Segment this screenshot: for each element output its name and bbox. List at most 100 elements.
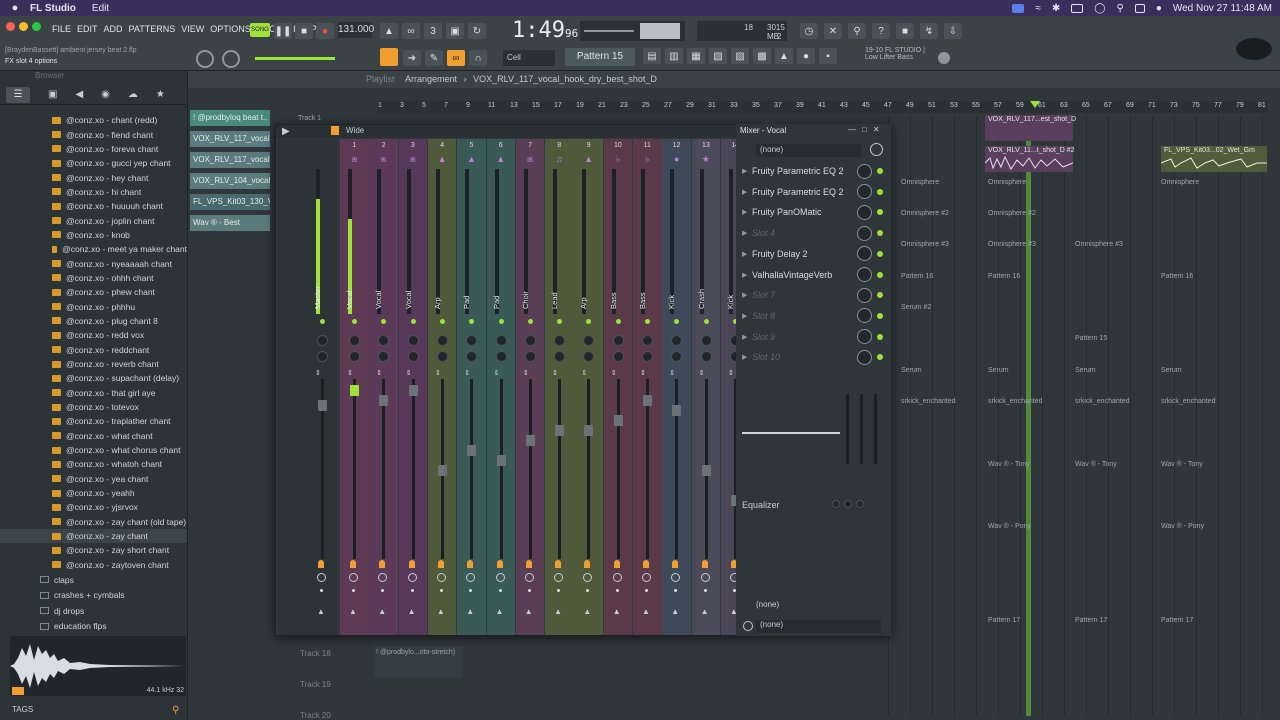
fx-input-select[interactable]: (none) xyxy=(756,144,861,157)
route-icon[interactable]: ⇕ xyxy=(406,369,412,377)
siri-icon[interactable]: ● xyxy=(1156,3,1162,14)
pan-knob[interactable] xyxy=(407,335,419,346)
record-arm-icon[interactable] xyxy=(612,573,622,582)
star-icon[interactable]: ★ xyxy=(156,89,165,100)
browser-item[interactable]: @conz.xo - that girl aye xyxy=(0,386,187,400)
play-sample-icon[interactable] xyxy=(12,687,24,695)
metronome-icon[interactable]: ▲ xyxy=(380,23,398,39)
browser-item[interactable]: @conz.xo - huuuuh chant xyxy=(0,199,187,213)
channel-enable-led[interactable] xyxy=(469,319,475,324)
send-dot[interactable] xyxy=(615,589,619,592)
pan-knob[interactable] xyxy=(612,335,624,346)
volume-fader[interactable] xyxy=(353,379,356,559)
playlist-grid[interactable] xyxy=(888,116,1268,716)
pan-knob[interactable] xyxy=(495,335,507,346)
clip-omnisphere-3[interactable]: Omnisphere xyxy=(1161,179,1199,186)
mixer-icon[interactable]: ▧ xyxy=(709,48,727,64)
fx-slot[interactable]: ▶ Fruity Parametric EQ 2 xyxy=(742,162,887,180)
browser-item[interactable]: @conz.xo - zaytoven chant xyxy=(0,558,187,572)
clip-pattern15[interactable]: Pattern 15 xyxy=(1075,335,1107,342)
volume-fader[interactable] xyxy=(646,379,649,559)
browser-menu-icon[interactable]: ☰ xyxy=(6,86,30,103)
main-pitch-knob[interactable] xyxy=(222,50,240,68)
route-arm-icon[interactable] xyxy=(408,560,415,568)
route-arm-icon[interactable] xyxy=(525,560,532,568)
send-arrow-icon[interactable]: ▲ xyxy=(642,607,650,616)
fx-maximize-icon[interactable]: □ xyxy=(862,125,867,134)
browser-item[interactable]: @conz.xo - zay short chant xyxy=(0,543,187,557)
route-icon[interactable]: ⇕ xyxy=(640,369,646,377)
browser-item[interactable]: @conz.xo - foreva chant xyxy=(0,142,187,156)
channel-enable-led[interactable] xyxy=(320,319,325,324)
playhead-marker[interactable] xyxy=(1030,101,1040,108)
route-icon[interactable]: ⇕ xyxy=(523,369,529,377)
channel-rack-icon[interactable]: ▦ xyxy=(687,48,705,64)
slot-expand-icon[interactable]: ▶ xyxy=(742,208,752,216)
stereo-knob[interactable] xyxy=(642,351,653,362)
app-menu[interactable]: FL Studio xyxy=(30,3,76,14)
fader-cap[interactable] xyxy=(496,455,506,466)
route-arm-icon[interactable] xyxy=(318,560,324,568)
mixer-channel[interactable]: 4 ▲ Arp ⇕ ▲ xyxy=(427,139,457,635)
menu-patterns[interactable]: PATTERNS xyxy=(129,24,176,34)
route-icon[interactable]: ⇕ xyxy=(315,369,321,377)
render-icon[interactable]: ↯ xyxy=(920,23,938,39)
edit-menu[interactable]: Edit xyxy=(92,3,109,14)
clip-omnisphere-1[interactable]: Omnisphere xyxy=(901,179,939,186)
send-arrow-icon[interactable]: ▲ xyxy=(378,607,386,616)
mixer-channel[interactable]: 12 ● Kick ⇕ ▲ xyxy=(662,139,691,635)
mixer-menu-icon[interactable]: ▶ xyxy=(282,126,290,137)
mixer-channel[interactable]: 13 ★ Crash ⇕ ▲ xyxy=(691,139,721,635)
fader-cap[interactable] xyxy=(701,465,711,476)
send-arrow-icon[interactable]: ▲ xyxy=(466,607,474,616)
fx-close-icon[interactable]: ✕ xyxy=(873,125,880,134)
mixer-channel[interactable]: 9 ▲ Arp ⇕ ▲ xyxy=(574,139,603,635)
send-dot[interactable] xyxy=(498,589,502,592)
browser-folder[interactable]: education flps xyxy=(0,619,188,635)
clip-pattern16-2[interactable]: Pattern 16 xyxy=(988,273,1020,280)
browser-folder[interactable]: dj drops xyxy=(0,603,188,619)
clip-pony-1[interactable]: Wav ® - Pony xyxy=(988,523,1031,530)
fx-slot[interactable]: ▶ Fruity PanOMatic xyxy=(742,203,887,221)
slot-expand-icon[interactable]: ▶ xyxy=(742,333,752,341)
browser-item[interactable]: @conz.xo - knob xyxy=(0,228,187,242)
fx-slot[interactable]: ▶ Slot 7 xyxy=(742,286,887,304)
route-arm-icon[interactable] xyxy=(613,560,620,568)
slot-enable-led[interactable] xyxy=(877,209,883,216)
send-arrow-icon[interactable]: ▲ xyxy=(613,607,621,616)
fader-cap[interactable] xyxy=(525,435,535,446)
slot-mix-knob[interactable] xyxy=(857,163,872,179)
control-icon[interactable]: ≈ xyxy=(1035,3,1041,14)
browser-item[interactable]: @conz.xo - zay chant (old tape) xyxy=(0,515,187,529)
fx-slot[interactable]: ▶ Fruity Parametric EQ 2 xyxy=(742,183,887,201)
slot-mix-knob[interactable] xyxy=(857,184,872,200)
stereo-knob[interactable] xyxy=(671,351,683,362)
browser-item[interactable]: @conz.xo - whatoh chant xyxy=(0,457,187,471)
send-dot[interactable] xyxy=(586,589,590,592)
channel-button[interactable]: Wav ® - Best xyxy=(190,215,270,231)
clip-omnisphere3-2[interactable]: Omnisphere #3 xyxy=(988,241,1036,248)
wifi-icon[interactable]: ◯ xyxy=(1094,3,1105,14)
stereo-knob[interactable] xyxy=(378,351,390,362)
send-arrow-icon[interactable]: ▲ xyxy=(701,607,709,616)
clip-tony-3[interactable]: Wav ® - Tony xyxy=(1161,461,1203,468)
browser-item[interactable]: @conz.xo - fiend chant xyxy=(0,127,187,141)
route-icon[interactable]: ⇕ xyxy=(552,369,558,377)
route-arm-icon[interactable] xyxy=(350,560,356,568)
loop-record-icon[interactable]: ↻ xyxy=(468,23,486,39)
record-arm-icon[interactable] xyxy=(524,573,534,582)
route-arm-icon[interactable] xyxy=(437,560,444,568)
pan-knob[interactable] xyxy=(524,335,536,346)
pan-knob[interactable] xyxy=(349,335,360,346)
control-center-icon[interactable] xyxy=(1134,3,1145,13)
slot-mix-knob[interactable] xyxy=(857,287,872,303)
menu-view[interactable]: VIEW xyxy=(181,24,204,34)
stop-icon[interactable]: ■ xyxy=(295,23,313,39)
clip-tony-1[interactable]: Wav ® - Tony xyxy=(988,461,1030,468)
slot-mix-knob[interactable] xyxy=(857,349,872,365)
slot-mix-knob[interactable] xyxy=(857,308,872,324)
route-arm-icon[interactable] xyxy=(379,560,386,568)
route-icon[interactable]: ⇕ xyxy=(435,369,441,377)
clip-kick-1[interactable]: srkick_enchanted xyxy=(901,398,955,405)
clip-pattern17-1[interactable]: Pattern 17 xyxy=(988,617,1020,624)
